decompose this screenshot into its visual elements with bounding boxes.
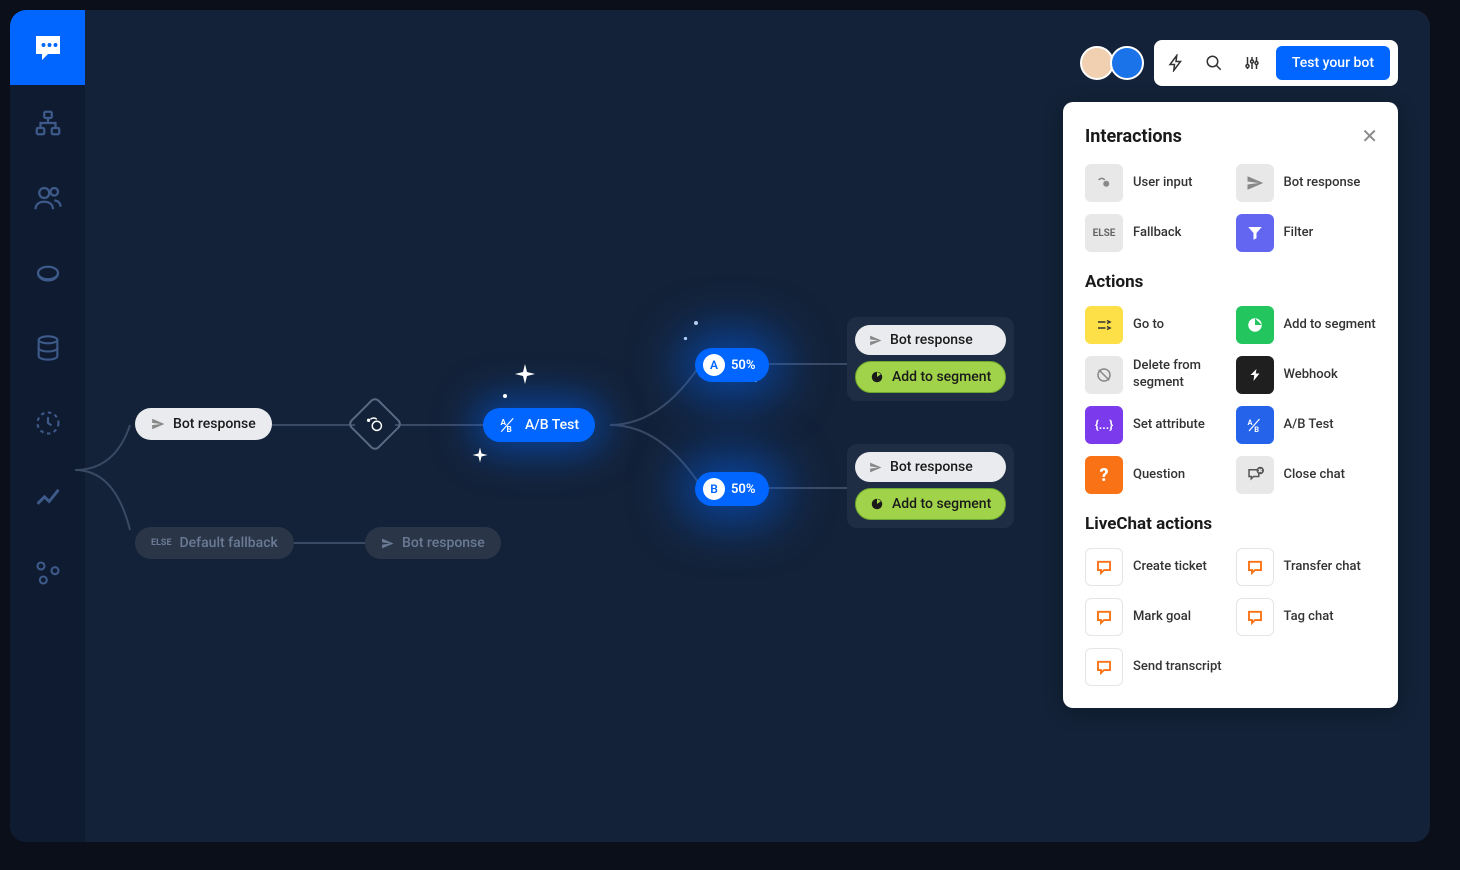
nav-ai-icon[interactable]: [10, 235, 85, 310]
panel-item-user-input[interactable]: User input: [1085, 164, 1228, 202]
default-fallback-node[interactable]: ELSE Default fallback: [135, 527, 294, 559]
panel-item-create-ticket[interactable]: Create ticket: [1085, 548, 1228, 586]
panel-item-fallback[interactable]: ELSE Fallback: [1085, 214, 1228, 252]
node-label: Bot response: [402, 535, 485, 551]
abtest-icon: AB: [1236, 406, 1274, 444]
bot-response-node[interactable]: Bot response: [135, 408, 272, 440]
panel-item-bot-response[interactable]: Bot response: [1236, 164, 1379, 202]
app-frame: Test your bot Bot response AB A/B Test: [10, 10, 1430, 842]
interactions-panel: Interactions ✕ User input Bot response ELS…: [1063, 102, 1398, 708]
actions-heading: Actions: [1085, 272, 1378, 292]
action-group-a[interactable]: Bot response Add to segment: [847, 317, 1014, 401]
user-input-icon: [1085, 164, 1123, 202]
panel-item-label: Set attribute: [1133, 417, 1205, 434]
lc-icon: [1236, 548, 1274, 586]
panel-item-label: Bot response: [1284, 175, 1361, 192]
panel-item-label: Delete from segment: [1133, 358, 1228, 392]
panel-item-label: Go to: [1133, 317, 1164, 334]
action-label: Add to segment: [892, 369, 991, 385]
svg-text:B: B: [507, 425, 512, 434]
action-label: Add to segment: [892, 496, 991, 512]
panel-item-label: User input: [1133, 175, 1192, 192]
nav-users-icon[interactable]: [10, 160, 85, 235]
panel-item-set-attribute[interactable]: {...} Set attribute: [1085, 406, 1228, 444]
panel-item-label: Question: [1133, 467, 1185, 484]
panel-item-label: Tag chat: [1284, 609, 1334, 626]
question-icon: ?: [1085, 456, 1123, 494]
panel-item-label: Transfer chat: [1284, 559, 1361, 576]
app-logo[interactable]: [10, 10, 85, 85]
delete-icon: [1085, 356, 1123, 394]
attr-icon: {...}: [1085, 406, 1123, 444]
action-label: Bot response: [890, 459, 973, 475]
add-to-segment-action[interactable]: Add to segment: [855, 488, 1006, 520]
nav-history-icon[interactable]: [10, 385, 85, 460]
panel-item-add-to-segment[interactable]: Add to segment: [1236, 306, 1379, 344]
panel-item-label: Create ticket: [1133, 559, 1207, 576]
close-icon[interactable]: ✕: [1361, 124, 1378, 148]
split-a-badge[interactable]: A 50%: [695, 348, 769, 382]
panel-item-label: Send transcript: [1133, 659, 1222, 676]
add-to-segment-action[interactable]: Add to segment: [855, 361, 1006, 393]
panel-title: Interactions: [1085, 126, 1182, 147]
action-group-b[interactable]: Bot response Add to segment: [847, 444, 1014, 528]
bot-response-action[interactable]: Bot response: [855, 452, 1006, 482]
bot-response-muted-node[interactable]: Bot response: [365, 527, 501, 559]
split-pct: 50%: [731, 358, 755, 373]
livechat-heading: LiveChat actions: [1085, 514, 1378, 534]
bot-response-action[interactable]: Bot response: [855, 325, 1006, 355]
branch-node[interactable]: [347, 396, 404, 453]
panel-item-close-chat[interactable]: Close chat: [1236, 456, 1379, 494]
split-b-badge[interactable]: B 50%: [695, 472, 769, 506]
action-label: Bot response: [890, 332, 973, 348]
funnel-icon: [1236, 214, 1274, 252]
node-label: Bot response: [173, 416, 256, 432]
panel-item-filter[interactable]: Filter: [1236, 214, 1379, 252]
panel-item-webhook[interactable]: Webhook: [1236, 356, 1379, 394]
panel-item-label: Add to segment: [1284, 317, 1376, 334]
nav-flows-icon[interactable]: [10, 85, 85, 160]
panel-item-label: Mark goal: [1133, 609, 1191, 626]
panel-item-delete-from-segment[interactable]: Delete from segment: [1085, 356, 1228, 394]
panel-item-a/b-test[interactable]: AB A/B Test: [1236, 406, 1379, 444]
svg-text:A: A: [1247, 418, 1253, 427]
panel-item-mark-goal[interactable]: Mark goal: [1085, 598, 1228, 636]
panel-item-tag-chat[interactable]: Tag chat: [1236, 598, 1379, 636]
lc-icon: [1236, 598, 1274, 636]
split-pct: 50%: [731, 482, 755, 497]
ab-test-node[interactable]: AB A/B Test: [483, 408, 595, 442]
lc-icon: [1085, 548, 1123, 586]
close-chat-icon: [1236, 456, 1274, 494]
goto-icon: [1085, 306, 1123, 344]
node-label: Default fallback: [180, 535, 278, 551]
panel-item-label: Fallback: [1133, 225, 1181, 242]
webhook-icon: [1236, 356, 1274, 394]
nav-integrations-icon[interactable]: [10, 535, 85, 610]
panel-item-label: Filter: [1284, 225, 1314, 242]
pie-icon: [1236, 306, 1274, 344]
node-label: A/B Test: [525, 417, 579, 433]
panel-item-go-to[interactable]: Go to: [1085, 306, 1228, 344]
lc-icon: [1085, 648, 1123, 686]
panel-item-label: A/B Test: [1284, 417, 1334, 434]
lc-icon: [1085, 598, 1123, 636]
sidebar: [10, 10, 85, 842]
nav-analytics-icon[interactable]: [10, 460, 85, 535]
svg-text:B: B: [1254, 425, 1259, 434]
panel-item-question[interactable]: ? Question: [1085, 456, 1228, 494]
nav-database-icon[interactable]: [10, 310, 85, 385]
panel-item-label: Close chat: [1284, 467, 1345, 484]
split-letter: B: [703, 478, 725, 500]
send-icon: [1236, 164, 1274, 202]
split-letter: A: [703, 354, 725, 376]
else-icon: ELSE: [1085, 214, 1123, 252]
panel-item-send-transcript[interactable]: Send transcript: [1085, 648, 1228, 686]
panel-item-label: Webhook: [1284, 367, 1338, 384]
panel-item-transfer-chat[interactable]: Transfer chat: [1236, 548, 1379, 586]
